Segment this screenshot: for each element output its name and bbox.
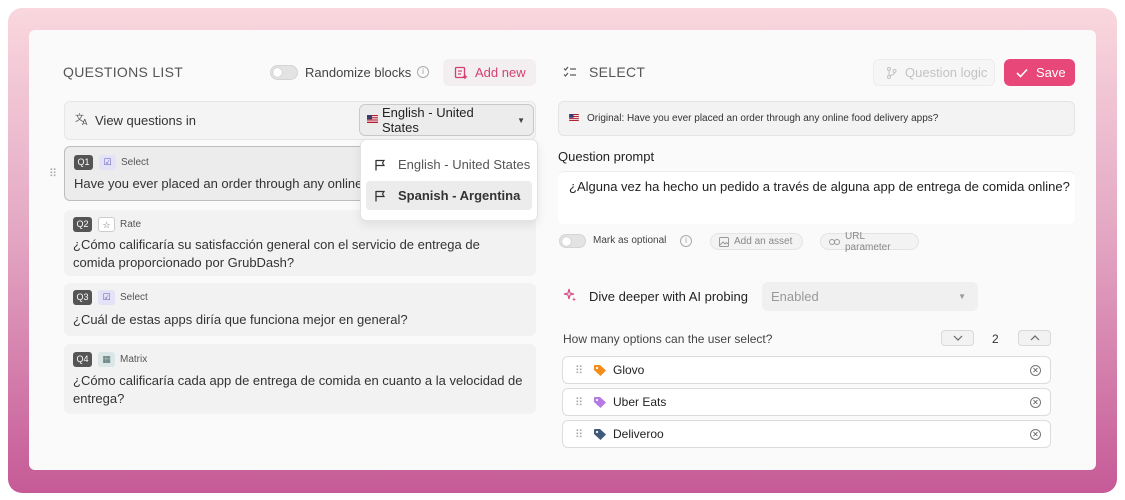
question-type-title: SELECT (589, 64, 646, 80)
tag-icon (593, 396, 607, 409)
question-card-q4[interactable]: Q4 ▦ Matrix ¿Cómo calificaría cada app d… (64, 344, 536, 414)
selected-language: English - United States (382, 105, 474, 135)
question-type: Select (121, 157, 149, 168)
flag-icon (374, 159, 386, 171)
add-new-label: Add new (475, 65, 526, 80)
questions-list-title: QUESTIONS LIST (63, 64, 184, 80)
chevron-up-icon (1030, 335, 1039, 341)
remove-icon[interactable]: ✕ (1030, 396, 1041, 408)
add-new-button[interactable]: Add new (443, 59, 536, 86)
question-card-q3[interactable]: Q3 ☑ Select ¿Cuál de estas apps diría qu… (64, 283, 536, 336)
question-type: Matrix (120, 354, 148, 365)
randomize-label: Randomize blocks (305, 65, 412, 80)
flag-icon (374, 190, 386, 202)
answer-option-row[interactable]: ⠿ Uber Eats ✕ (562, 388, 1051, 416)
select-type-icon: ☑ (98, 290, 115, 305)
select-list-icon (563, 66, 577, 81)
add-asset-button[interactable]: Add an asset (710, 233, 803, 250)
option-count-value: 2 (992, 332, 999, 346)
answer-option-row[interactable]: ⠿ Glovo ✕ (562, 356, 1051, 384)
answer-option-row[interactable]: ⠿ Deliveroo ✕ (562, 420, 1051, 448)
randomize-toggle[interactable] (270, 65, 298, 80)
question-number: Q4 (73, 352, 92, 367)
link-icon (829, 238, 840, 246)
drag-handle-icon[interactable]: ⠿ (575, 364, 593, 377)
chevron-down-icon: ▼ (958, 292, 966, 301)
question-text: ¿Cómo calificaría cada app de entrega de… (73, 373, 523, 406)
url-parameter-label: URL parameter (845, 230, 891, 253)
ai-probing-select[interactable]: Enabled ▼ (762, 282, 978, 311)
answer-option-label: Uber Eats (613, 395, 667, 409)
question-type: Rate (120, 219, 142, 230)
translate-icon: 文A (75, 112, 89, 129)
question-text: ¿Cuál de estas apps diría que funciona m… (73, 312, 408, 327)
drag-handle-icon[interactable]: ⠿ (575, 396, 593, 409)
answer-option-label: Glovo (613, 363, 645, 377)
answer-option-label: Deliveroo (613, 427, 664, 441)
ai-probing-value: Enabled (771, 289, 819, 304)
language-option-spanish[interactable]: Spanish - Argentina (366, 181, 532, 210)
question-prompt-label: Question prompt (558, 149, 655, 164)
tag-icon (593, 364, 607, 377)
question-logic-label: Question logic (905, 65, 988, 80)
info-icon[interactable]: i (417, 66, 429, 78)
save-button[interactable]: Save (1004, 59, 1075, 86)
grid-icon: ▦ (98, 352, 115, 367)
language-option-english[interactable]: English - United States (366, 150, 532, 179)
select-type-icon: ☑ (99, 155, 116, 170)
question-logic-button[interactable]: Question logic (873, 59, 995, 86)
language-dropdown: English - United States Spanish - Argent… (360, 139, 538, 221)
question-prompt-text: ¿Alguna vez ha hecho un pedido a través … (569, 179, 1070, 194)
image-icon (719, 236, 729, 247)
sparkle-icon (563, 288, 577, 305)
language-option-label: Spanish - Argentina (398, 188, 521, 203)
question-type: Select (120, 292, 148, 303)
drag-handle-icon[interactable]: ⠿ (575, 428, 593, 441)
url-parameter-button[interactable]: URL parameter (820, 230, 919, 253)
ai-probing-label: Dive deeper with AI probing (589, 289, 748, 304)
option-count-label: How many options can the user select? (563, 332, 773, 346)
remove-icon[interactable]: ✕ (1030, 428, 1041, 440)
chevron-down-icon: ▼ (517, 115, 525, 125)
tag-icon (593, 428, 607, 441)
star-icon: ☆ (98, 217, 115, 232)
optional-label: Mark as optional (593, 235, 667, 246)
us-flag-icon (367, 115, 378, 125)
decrement-button[interactable] (941, 330, 974, 346)
svg-text:A: A (82, 118, 88, 126)
original-question-text: Original: Have you ever placed an order … (587, 113, 939, 124)
language-option-label: English - United States (398, 157, 531, 172)
check-icon (1016, 68, 1028, 78)
question-number: Q1 (74, 155, 93, 170)
optional-toggle[interactable] (559, 234, 586, 248)
question-number: Q2 (73, 217, 92, 232)
add-list-icon (454, 66, 468, 80)
original-question-bar: Original: Have you ever placed an order … (558, 101, 1075, 136)
increment-button[interactable] (1018, 330, 1051, 346)
language-select[interactable]: English - United States ▼ (359, 104, 534, 136)
remove-icon[interactable]: ✕ (1030, 364, 1041, 376)
save-label: Save (1036, 65, 1066, 80)
us-flag-icon (569, 113, 579, 124)
branch-icon (886, 66, 897, 79)
chevron-down-icon (953, 335, 962, 341)
drag-handle-icon[interactable]: ⠿ (49, 167, 57, 180)
view-questions-label: View questions in (95, 113, 196, 128)
question-number: Q3 (73, 290, 92, 305)
add-asset-label: Add an asset (734, 236, 793, 247)
question-text: ¿Cómo calificaría su satisfacción genera… (73, 237, 480, 270)
info-icon[interactable]: i (680, 235, 692, 247)
